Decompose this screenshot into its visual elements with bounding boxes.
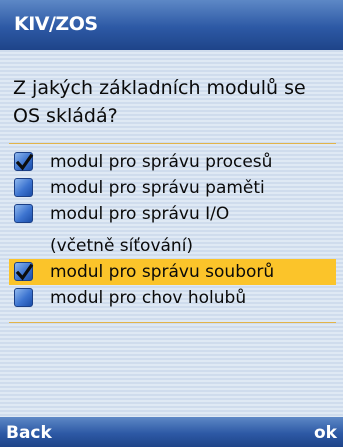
softkey-bar: Back ok: [0, 417, 343, 447]
option-label: modul pro správu procesů: [50, 152, 273, 172]
option-item[interactable]: modul pro správu paměti: [9, 175, 336, 201]
option-item[interactable]: modul pro správu I/O: [9, 201, 336, 227]
title-bar: KIV/ZOS: [0, 0, 343, 50]
option-label: modul pro správu I/O: [50, 204, 230, 224]
ok-softkey[interactable]: ok: [314, 423, 337, 443]
checkbox-unchecked-icon[interactable]: [14, 178, 33, 197]
phone-screen: KIV/ZOS Z jakých základních modulů se OS…: [0, 0, 343, 447]
option-label: modul pro správu paměti: [50, 178, 265, 198]
option-item[interactable]: modul pro správu procesů: [9, 149, 336, 175]
option-item[interactable]: modul pro chov holubů: [9, 285, 336, 311]
option-label-continuation: (včetně síťování): [50, 236, 194, 256]
option-item-selected[interactable]: modul pro správu souborů: [9, 259, 336, 285]
option-label: modul pro správu souborů: [50, 262, 275, 282]
checkbox-checked-icon[interactable]: [14, 262, 34, 281]
app-title: KIV/ZOS: [14, 13, 98, 35]
option-label: modul pro chov holubů: [50, 288, 247, 308]
question-text: Z jakých základních modulů se OS skládá?: [13, 77, 306, 127]
checkbox-unchecked-icon[interactable]: [14, 204, 33, 223]
checkbox-unchecked-icon[interactable]: [14, 288, 33, 307]
checkbox-checked-icon[interactable]: [14, 152, 34, 171]
back-softkey[interactable]: Back: [6, 423, 52, 443]
